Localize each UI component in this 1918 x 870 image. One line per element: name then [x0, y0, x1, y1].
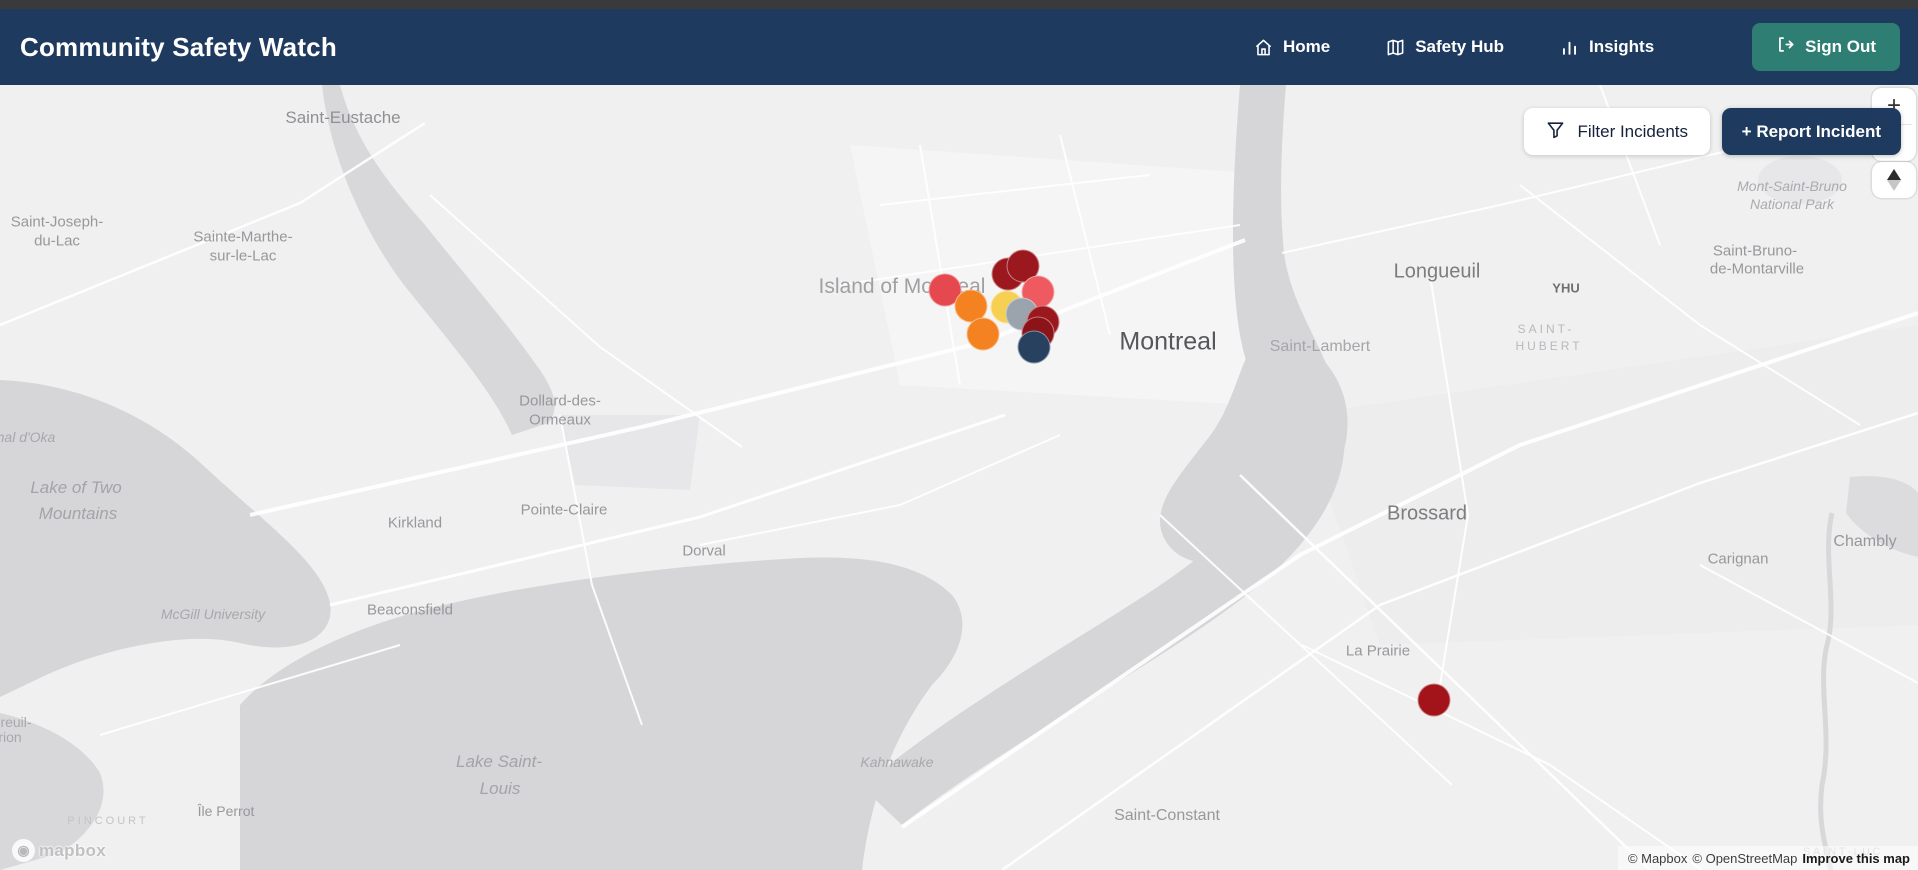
sign-out-button[interactable]: Sign Out: [1752, 23, 1900, 71]
improve-map-link[interactable]: Improve this map: [1802, 851, 1910, 866]
main-nav: Home Safety Hub Insights Sign Out: [1254, 23, 1900, 71]
basemap: [0, 85, 1918, 870]
compass-north-icon: [1887, 169, 1901, 180]
compass-south-icon: [1887, 180, 1901, 191]
nav-item-safety-hub[interactable]: Safety Hub: [1386, 37, 1504, 57]
app-header: Community Safety Watch Home Safety Hub I…: [0, 9, 1918, 85]
compass-button[interactable]: [1872, 162, 1916, 198]
nav-item-home[interactable]: Home: [1254, 37, 1330, 57]
map-icon: [1386, 38, 1405, 57]
sign-out-icon: [1776, 35, 1795, 59]
filter-incidents-label: Filter Incidents: [1577, 121, 1688, 141]
map-attribution: © Mapbox © OpenStreetMap Improve this ma…: [1617, 846, 1918, 870]
report-incident-button[interactable]: + Report Incident: [1721, 108, 1901, 155]
bar-chart-icon: [1560, 38, 1579, 57]
home-icon: [1254, 38, 1273, 57]
mapbox-attribution-link[interactable]: © Mapbox: [1628, 851, 1687, 866]
nav-item-label: Safety Hub: [1415, 37, 1504, 56]
incident-marker[interactable]: [1017, 330, 1051, 364]
nav-item-insights[interactable]: Insights: [1560, 37, 1654, 57]
mapbox-logo-text: mapbox: [39, 840, 106, 860]
mapbox-logo-icon: ◉: [12, 839, 35, 862]
window-top-strip: [0, 0, 1918, 9]
sign-out-label: Sign Out: [1805, 37, 1876, 56]
funnel-icon: [1546, 120, 1565, 144]
incident-marker[interactable]: [966, 317, 1000, 351]
app-title: Community Safety Watch: [20, 31, 337, 62]
incident-marker[interactable]: [1417, 683, 1451, 717]
osm-attribution-link[interactable]: © OpenStreetMap: [1692, 851, 1797, 866]
report-incident-label: + Report Incident: [1741, 121, 1881, 141]
mapbox-logo[interactable]: ◉ mapbox: [12, 839, 106, 862]
nav-item-label: Home: [1282, 37, 1331, 56]
map-canvas[interactable]: Saint-Eustache nal d'Oka Saint-Joseph-du-L…: [0, 85, 1918, 870]
filter-incidents-button[interactable]: Filter Incidents: [1524, 108, 1710, 155]
app-window: Community Safety Watch Home Safety Hub I…: [0, 0, 1918, 870]
nav-item-label: Insights: [1589, 37, 1655, 56]
